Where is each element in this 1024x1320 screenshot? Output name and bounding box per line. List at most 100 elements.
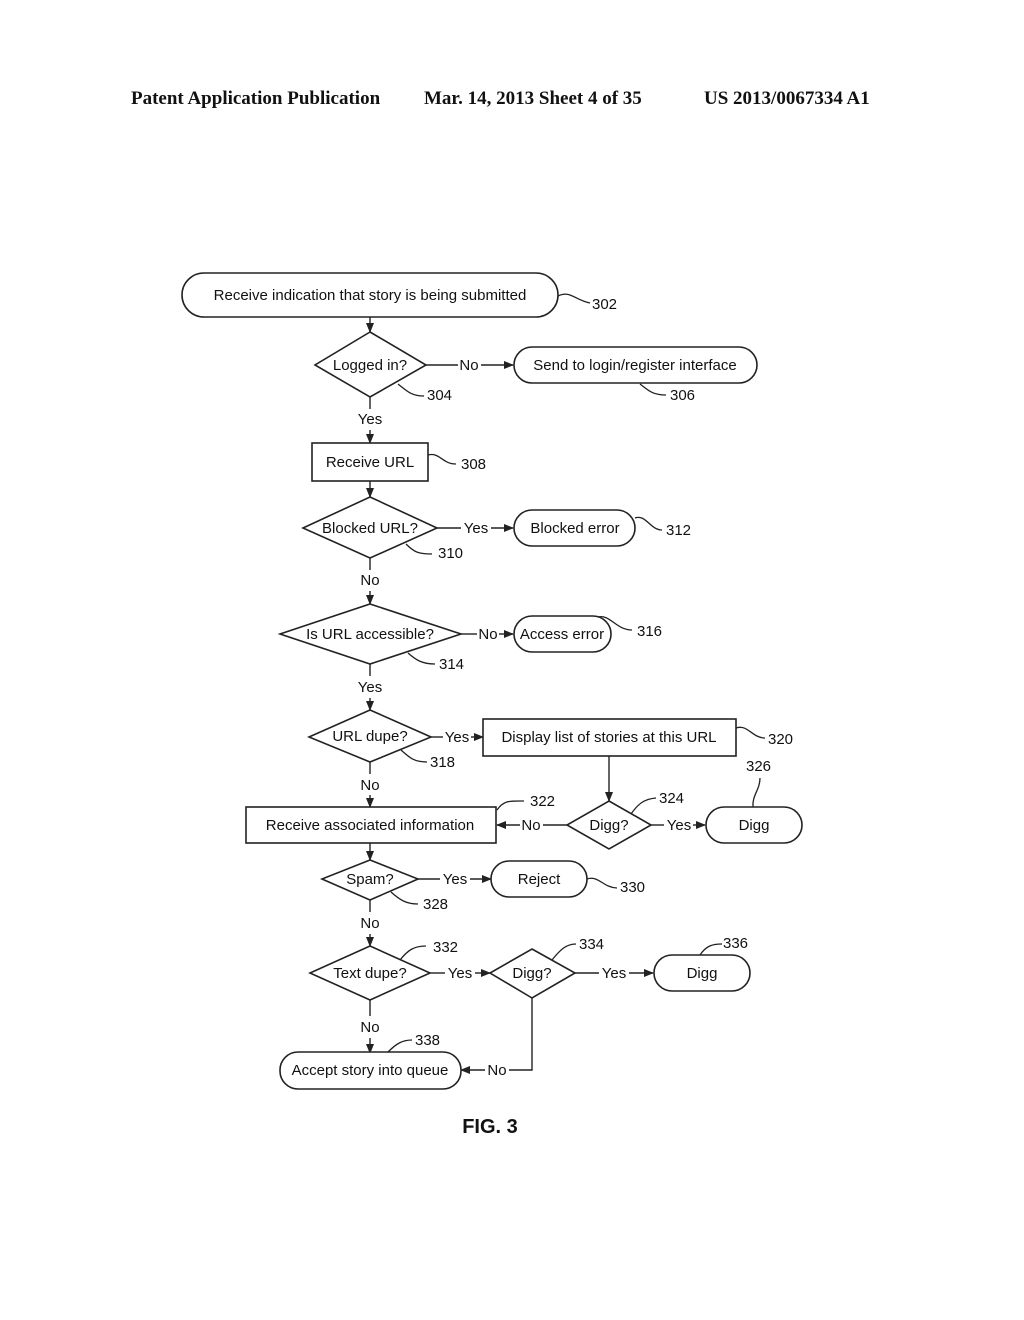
node-332-text: Text dupe? — [333, 965, 406, 982]
node-310-decision: Blocked URL? — [301, 496, 439, 559]
leader-322 — [496, 800, 525, 811]
edge-label-yes: Yes — [667, 817, 691, 834]
edge-334-336: Yes — [575, 965, 654, 982]
ref-306: 306 — [670, 387, 695, 404]
node-308-process: Receive URL — [311, 442, 429, 482]
ref-326: 326 — [746, 758, 771, 775]
node-318-text: URL dupe? — [332, 728, 407, 745]
leader-310 — [405, 543, 433, 555]
edge-334-338: No — [460, 998, 533, 1079]
node-304-text: Logged in? — [333, 357, 407, 374]
edge-label-yes: Yes — [358, 411, 382, 428]
edge-label-yes: Yes — [358, 679, 382, 696]
edge-label-no: No — [360, 572, 379, 589]
node-306-text: Send to login/register interface — [533, 357, 736, 374]
ref-324: 324 — [659, 790, 684, 807]
edge-label-yes: Yes — [448, 965, 472, 982]
ref-332: 332 — [433, 939, 458, 956]
node-316-text: Access error — [520, 626, 604, 643]
edge-314-318: Yes — [358, 664, 382, 711]
node-332-decision: Text dupe? — [308, 945, 432, 1001]
flowchart: No Yes Yes No No Yes Yes No No Yes Yes N… — [181, 272, 803, 1138]
leader-324 — [630, 797, 657, 815]
node-328-text: Spam? — [346, 871, 394, 888]
node-338-terminal: Accept story into queue — [279, 1051, 462, 1090]
leader-328 — [390, 891, 419, 905]
edge-304-308: Yes — [358, 397, 382, 444]
edge-label-yes: Yes — [602, 965, 626, 982]
node-330-text: Reject — [518, 871, 561, 888]
edge-318-320: Yes — [431, 729, 484, 746]
ref-304: 304 — [427, 387, 452, 404]
leader-332 — [399, 945, 427, 961]
edge-328-330: Yes — [418, 871, 492, 888]
edge-324-326: Yes — [651, 817, 706, 834]
leader-304 — [397, 383, 425, 397]
edge-304-306: No — [426, 357, 514, 374]
ref-330: 330 — [620, 879, 645, 896]
node-314-text: Is URL accessible? — [306, 626, 434, 643]
node-310-text: Blocked URL? — [322, 520, 418, 537]
ref-314: 314 — [439, 656, 464, 673]
node-304-decision: Logged in? — [313, 331, 428, 398]
ref-310: 310 — [438, 545, 463, 562]
node-320-process: Display list of stories at this URL — [482, 718, 737, 757]
ref-334: 334 — [579, 936, 604, 953]
leader-318 — [400, 749, 428, 763]
edge-310-314: No — [360, 558, 380, 605]
node-312-terminal: Blocked error — [513, 509, 636, 547]
edge-332-334: Yes — [430, 965, 491, 982]
leader-308 — [427, 453, 457, 465]
edge-328-332: No — [360, 900, 380, 947]
edge-label-no: No — [459, 357, 478, 374]
leader-334 — [551, 943, 577, 961]
edge-label-yes: Yes — [445, 729, 469, 746]
ref-338: 338 — [415, 1032, 440, 1049]
figure-label: FIG. 3 — [462, 1116, 518, 1138]
node-320-text: Display list of stories at this URL — [501, 729, 716, 746]
ref-322: 322 — [530, 793, 555, 810]
leader-336 — [699, 943, 723, 956]
node-326-text: Digg — [739, 817, 770, 834]
ref-318: 318 — [430, 754, 455, 771]
edge-314-316: No — [461, 626, 514, 643]
edge-318-322: No — [360, 762, 380, 808]
node-338-text: Accept story into queue — [292, 1062, 449, 1079]
node-336-text: Digg — [687, 965, 718, 982]
node-302-terminal: Receive indication that story is being s… — [181, 272, 559, 318]
node-302-text: Receive indication that story is being s… — [214, 287, 527, 304]
node-330-terminal: Reject — [490, 860, 588, 898]
node-318-decision: URL dupe? — [306, 709, 434, 763]
node-326-terminal: Digg — [705, 806, 803, 844]
node-312-text: Blocked error — [530, 520, 619, 537]
edge-label-yes: Yes — [464, 520, 488, 537]
ref-302: 302 — [592, 296, 617, 313]
leader-312 — [634, 516, 663, 531]
leader-314 — [407, 652, 436, 665]
node-336-terminal: Digg — [653, 954, 751, 992]
node-324-decision: Digg? — [565, 800, 653, 850]
ref-336: 336 — [723, 935, 748, 952]
node-314-decision: Is URL accessible? — [277, 603, 464, 665]
leader-320 — [735, 726, 766, 739]
edge-324-322: No — [496, 817, 567, 834]
node-308-text: Receive URL — [326, 454, 414, 471]
ref-312: 312 — [666, 522, 691, 539]
leader-338 — [387, 1039, 413, 1053]
ref-308: 308 — [461, 456, 486, 473]
node-306-terminal: Send to login/register interface — [513, 346, 758, 384]
ref-328: 328 — [423, 896, 448, 913]
edge-label-no: No — [360, 1019, 379, 1036]
leader-302 — [557, 293, 591, 304]
leader-326 — [752, 777, 761, 808]
edge-label-no: No — [487, 1062, 506, 1079]
node-316-terminal: Access error — [513, 615, 612, 653]
ref-316: 316 — [637, 623, 662, 640]
leader-306 — [639, 383, 667, 396]
edge-label-no: No — [521, 817, 540, 834]
edge-label-no: No — [360, 915, 379, 932]
node-322-text: Receive associated information — [266, 817, 474, 834]
node-322-process: Receive associated information — [245, 806, 497, 844]
node-328-decision: Spam? — [319, 859, 421, 901]
node-334-text: Digg? — [512, 965, 551, 982]
